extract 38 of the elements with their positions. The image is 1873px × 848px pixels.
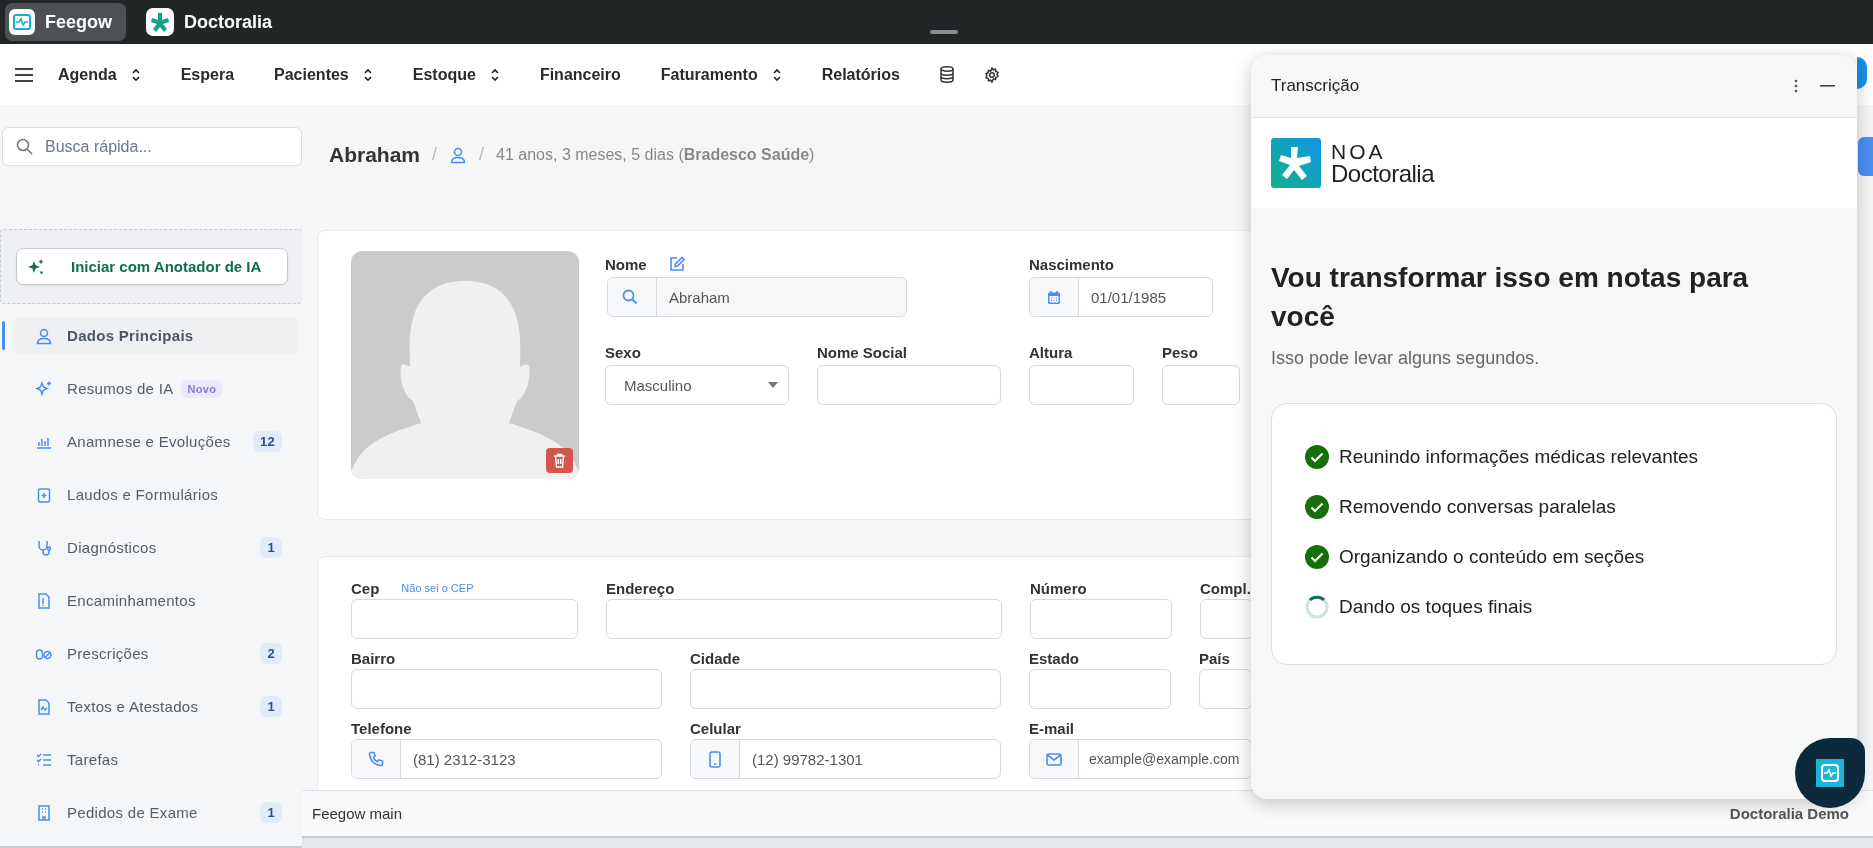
count-badge: 2	[260, 643, 282, 664]
panel-heading: Vou transformar isso em notas para você	[1271, 261, 1750, 334]
field-label: Altura	[1029, 343, 1073, 361]
panel-title: Transcrição	[1271, 76, 1361, 96]
step-label: Dando os toques finais	[1339, 596, 1533, 618]
field-label: Compl.	[1200, 579, 1251, 597]
new-badge: Novo	[181, 379, 223, 398]
breadcrumb-separator: /	[432, 144, 438, 165]
field-label: País	[1199, 649, 1230, 667]
field-label: Número	[1030, 579, 1087, 597]
field-label: Cidade	[690, 649, 740, 667]
field-label: Estado	[1029, 649, 1079, 667]
logo-wordmark: Doctoralia	[1331, 161, 1435, 186]
field-label: Telefone	[351, 719, 412, 737]
field-label: Nome Social	[817, 343, 908, 361]
step-label: Reunindo informações médicas relevantes	[1339, 446, 1699, 468]
workspace-name: Feegow main	[312, 805, 403, 822]
field-label: Sexo	[605, 343, 641, 361]
count-badge: 1	[260, 802, 282, 823]
field-label: E-mail	[1029, 719, 1074, 737]
step-label: Organizando o conteúdo em seções	[1339, 546, 1645, 568]
patient-details: 41 anos, 3 meses, 5 dias (Bradesco Saúde)	[496, 145, 815, 164]
count-badge: 1	[260, 537, 282, 558]
account-name: Doctoralia Demo	[1729, 805, 1849, 822]
count-badge: 12	[252, 431, 282, 452]
breadcrumb-separator: /	[479, 144, 485, 165]
field-label: Cep	[351, 579, 380, 597]
field-label: Celular	[690, 719, 741, 737]
field-label: Endereço	[606, 579, 675, 597]
count-badge: 1	[260, 696, 282, 717]
step-label: Removendo conversas paralelas	[1339, 496, 1616, 518]
field-label: Peso	[1162, 343, 1198, 361]
patient-name: Abraham	[329, 142, 421, 167]
field-label: Bairro	[351, 649, 396, 667]
field-label: Nascimento	[1029, 255, 1115, 273]
field-label: Nome	[605, 255, 647, 273]
panel-subtitle: Isso pode levar alguns segundos.	[1271, 348, 1541, 369]
logo-wordmark: NOA	[1331, 140, 1387, 162]
